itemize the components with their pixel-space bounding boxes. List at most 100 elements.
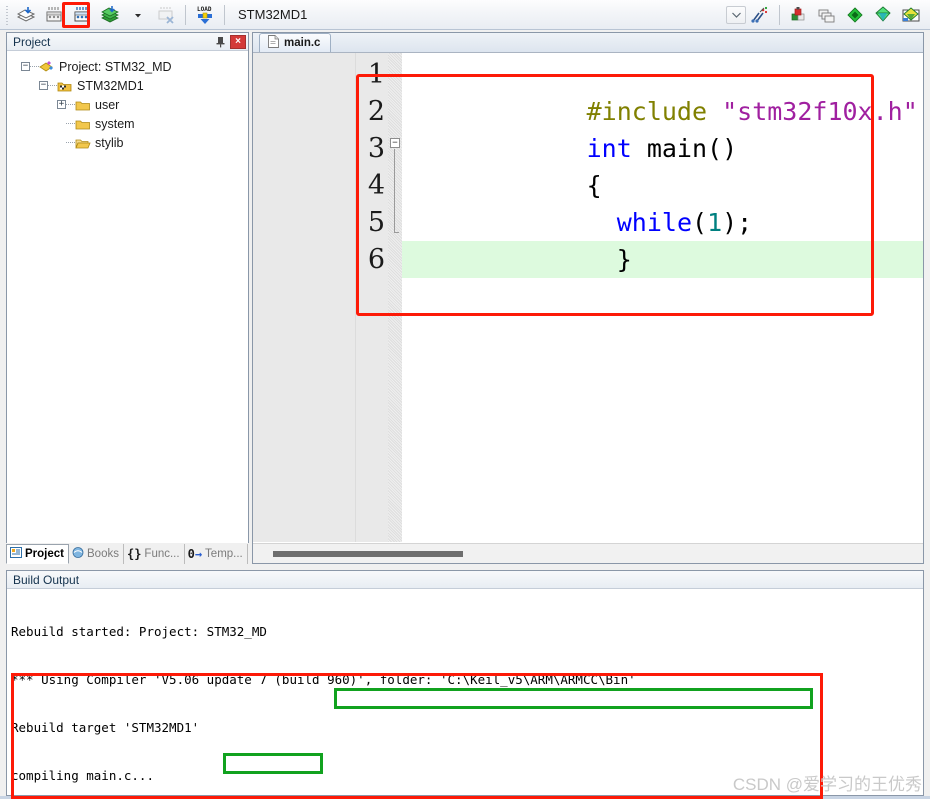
code-token: { xyxy=(586,171,602,200)
error-message-highlight-box xyxy=(334,688,813,709)
build-line: Rebuild started: Project: STM32_MD xyxy=(11,624,267,639)
build-output-titlebar: Build Output xyxy=(7,571,923,589)
tree-item-label: stylib xyxy=(95,135,124,150)
code-token: ( xyxy=(692,208,708,237)
fold-guide-line xyxy=(394,149,395,233)
build-output-text[interactable]: Rebuild started: Project: STM32_MD *** U… xyxy=(7,589,923,799)
toolbar-separator-2 xyxy=(224,4,225,25)
expander-icon[interactable]: + xyxy=(57,100,66,109)
build-output-panel: Build Output Rebuild started: Project: S… xyxy=(6,570,924,799)
line-number: 3 xyxy=(367,133,385,164)
project-panel: Project × − Project: STM32_MD − STM32MD1… xyxy=(6,32,249,564)
line-number: 5 xyxy=(367,207,385,238)
toolbar-grip[interactable] xyxy=(4,3,12,26)
svg-text:LOAD: LOAD xyxy=(197,6,212,13)
keil-uvision-window: LOAD STM32MD1 Project × − Project: STM32… xyxy=(0,0,930,799)
stop-build-button[interactable] xyxy=(153,3,179,27)
target-selector-value[interactable]: STM32MD1 xyxy=(230,7,307,22)
watermark: CSDN @爱学习的王优秀 xyxy=(732,775,922,794)
download-button[interactable]: LOAD xyxy=(192,3,218,27)
multi-project-button[interactable] xyxy=(842,3,868,27)
editor-panel: main.c 1 2 3 4 5 6 − #include "stm32f10x… xyxy=(252,32,924,564)
fold-collapse-icon[interactable]: − xyxy=(390,138,400,148)
code-token: ); xyxy=(722,208,753,237)
tree-connector xyxy=(66,142,75,143)
tab-label: Temp... xyxy=(205,548,243,560)
code-line-1[interactable]: #include "stm32f10x.h" xyxy=(402,56,923,126)
project-icon xyxy=(39,60,55,74)
build-button[interactable] xyxy=(41,3,67,27)
manage-project-items-button[interactable] xyxy=(814,3,840,27)
tree-connector xyxy=(48,85,57,86)
project-tree: − Project: STM32_MD − STM32MD1 + user sy… xyxy=(7,51,248,152)
target-icon xyxy=(57,79,73,93)
code-lines[interactable]: #include "stm32f10x.h" int main() { whil… xyxy=(402,53,923,542)
line-number: 1 xyxy=(367,59,385,90)
folder-closed-icon xyxy=(75,98,91,112)
pack-installer-button[interactable] xyxy=(898,3,924,27)
editor-body[interactable]: 1 2 3 4 5 6 − #include "stm32f10x.h" int… xyxy=(253,53,923,542)
tab-books[interactable]: Books xyxy=(69,544,124,564)
rebuild-all-button[interactable] xyxy=(69,3,95,27)
code-token: #include xyxy=(586,97,723,126)
tree-item-system[interactable]: system xyxy=(7,114,248,133)
editor-tab-mainc[interactable]: main.c xyxy=(259,33,332,52)
tree-item-label: Project: STM32_MD xyxy=(59,59,172,74)
target-selector-dropdown[interactable] xyxy=(726,5,746,24)
scrollbar-thumb[interactable] xyxy=(273,551,463,557)
folder-closed-icon xyxy=(75,117,91,131)
toolbar-separator-3 xyxy=(779,4,780,25)
code-token: main() xyxy=(631,134,738,163)
toolbar-separator-1 xyxy=(185,4,186,25)
tab-label: Project xyxy=(25,548,64,560)
close-icon[interactable]: × xyxy=(230,34,246,49)
line-number: 4 xyxy=(367,170,385,201)
code-area[interactable]: 1 2 3 4 5 6 − #include "stm32f10x.h" int… xyxy=(356,53,923,542)
line-number-gutter: 1 2 3 4 5 6 xyxy=(356,53,388,542)
editor-tab-label: main.c xyxy=(284,37,321,49)
editor-bookmark-column[interactable] xyxy=(253,53,356,542)
project-panel-titlebar: Project × xyxy=(7,33,248,51)
tree-connector xyxy=(30,66,39,67)
project-panel-tabstrip: Project Books {} Func... 0→ Temp... xyxy=(6,543,249,564)
configuration-wizard-button[interactable] xyxy=(870,3,896,27)
tree-item-stylib[interactable]: stylib xyxy=(7,133,248,152)
tree-item-user[interactable]: + user xyxy=(7,95,248,114)
build-toolbar: LOAD STM32MD1 xyxy=(0,0,930,30)
code-token: "stm32f10x.h" xyxy=(722,97,918,126)
tab-project[interactable]: Project xyxy=(6,544,69,564)
tree-item-target[interactable]: − STM32MD1 xyxy=(7,76,248,95)
tree-connector xyxy=(66,104,75,105)
tree-item-label: system xyxy=(95,116,135,131)
project-panel-title: Project xyxy=(13,34,51,49)
editor-tabstrip: main.c xyxy=(253,33,923,53)
tab-functions[interactable]: {} Func... xyxy=(124,544,185,564)
build-line: *** Using Compiler 'V5.06 update 7 (buil… xyxy=(11,672,636,687)
pin-icon[interactable] xyxy=(212,34,228,49)
manage-runtime-environment-button[interactable] xyxy=(786,3,812,27)
code-folding-column[interactable]: − xyxy=(388,53,402,542)
tab-label: Func... xyxy=(144,548,180,560)
batch-build-dropdown[interactable] xyxy=(125,3,151,27)
templates-tab-icon: 0→ xyxy=(187,547,203,561)
tree-connector xyxy=(66,123,75,124)
tree-item-project[interactable]: − Project: STM32_MD xyxy=(7,57,248,76)
books-tab-icon xyxy=(72,547,84,561)
fold-guide-foot xyxy=(394,232,399,233)
target-options-button[interactable] xyxy=(747,3,773,27)
c-file-icon xyxy=(268,35,279,51)
code-token: 1 xyxy=(707,208,723,237)
build-line: Rebuild target 'STM32MD1' xyxy=(11,720,200,735)
tab-templates[interactable]: 0→ Temp... xyxy=(185,544,248,564)
translate-file-button[interactable] xyxy=(13,3,39,27)
tree-item-label: user xyxy=(95,97,120,112)
batch-build-button[interactable] xyxy=(97,3,123,27)
line-number: 6 xyxy=(367,244,385,275)
tab-label: Books xyxy=(87,548,119,560)
expander-icon[interactable]: − xyxy=(39,81,48,90)
functions-tab-icon: {} xyxy=(126,547,142,561)
editor-horizontal-scrollbar[interactable] xyxy=(253,543,923,563)
code-token: int xyxy=(586,134,632,163)
expander-icon[interactable]: − xyxy=(21,62,30,71)
line-number: 2 xyxy=(367,96,385,127)
